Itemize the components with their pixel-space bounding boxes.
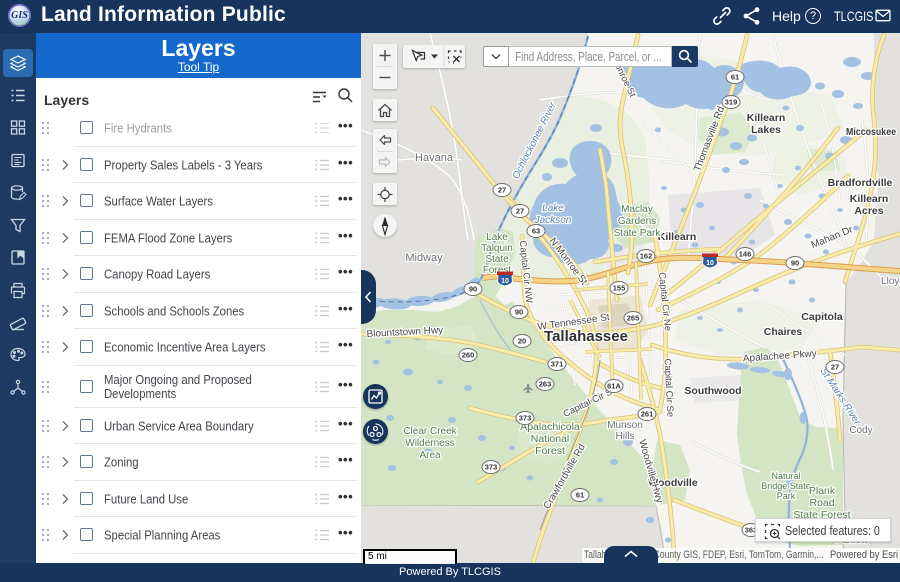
svg-text:61A: 61A	[607, 382, 621, 391]
svg-text:Southwood: Southwood	[684, 385, 741, 397]
svg-text:27: 27	[498, 186, 506, 195]
svg-text:State: State	[485, 254, 509, 265]
svg-text:27: 27	[831, 363, 839, 372]
svg-text:Area: Area	[419, 450, 441, 461]
svg-text:Havana: Havana	[415, 152, 454, 164]
svg-text:Tallahassee: Tallahassee	[544, 328, 628, 345]
svg-text:Cody: Cody	[849, 425, 872, 436]
svg-text:Bridge State: Bridge State	[761, 481, 811, 491]
svg-text:Bradfordville: Bradfordville	[828, 177, 893, 189]
svg-text:Chaires: Chaires	[764, 326, 803, 338]
svg-text:Talquin: Talquin	[481, 243, 513, 254]
svg-text:Killearn: Killearn	[850, 193, 889, 205]
svg-text:319: 319	[725, 98, 738, 107]
svg-text:371: 371	[551, 360, 564, 369]
svg-text:Gardens: Gardens	[618, 216, 656, 227]
svg-text:90: 90	[469, 285, 477, 294]
svg-text:Hills: Hills	[616, 431, 635, 442]
svg-text:Clear Creek: Clear Creek	[403, 426, 457, 437]
svg-text:Lake: Lake	[542, 203, 564, 214]
svg-text:10: 10	[706, 260, 714, 267]
svg-text:265: 265	[627, 314, 640, 323]
svg-text:261: 261	[641, 410, 654, 419]
svg-text:Forest: Forest	[535, 445, 565, 457]
svg-text:146: 146	[739, 250, 752, 259]
svg-text:National: National	[531, 433, 570, 445]
svg-text:Lloyd: Lloyd	[881, 276, 900, 287]
svg-text:61: 61	[731, 73, 739, 82]
svg-text:Park: Park	[777, 491, 796, 501]
svg-text:373: 373	[485, 463, 498, 472]
svg-text:90: 90	[515, 308, 523, 317]
svg-text:Lake: Lake	[486, 232, 508, 243]
svg-text:260: 260	[462, 351, 475, 360]
svg-text:Maclay: Maclay	[621, 204, 653, 215]
svg-text:Lakes: Lakes	[751, 124, 781, 136]
svg-text:Road: Road	[809, 497, 834, 509]
svg-text:Miccosukee: Miccosukee	[846, 126, 896, 138]
svg-text:10: 10	[501, 278, 509, 285]
svg-text:27: 27	[516, 207, 524, 216]
svg-text:Killearn: Killearn	[747, 112, 786, 124]
svg-text:90: 90	[791, 259, 799, 268]
svg-text:State Park: State Park	[614, 228, 662, 239]
svg-text:Jackson: Jackson	[534, 215, 572, 226]
svg-text:Munson: Munson	[607, 420, 643, 431]
svg-text:Midway: Midway	[405, 252, 443, 264]
svg-text:162: 162	[640, 252, 653, 261]
svg-text:20: 20	[518, 337, 526, 346]
svg-text:Acres: Acres	[854, 205, 883, 217]
svg-text:263: 263	[539, 380, 552, 389]
svg-text:Killearn: Killearn	[658, 231, 697, 243]
svg-text:155: 155	[613, 284, 626, 293]
svg-text:Capitola: Capitola	[801, 311, 843, 323]
svg-text:Wilderness: Wilderness	[405, 438, 454, 449]
svg-text:Natural: Natural	[771, 471, 800, 481]
svg-text:Plank: Plank	[809, 485, 836, 497]
svg-text:61: 61	[576, 491, 584, 500]
svg-text:373: 373	[519, 414, 532, 423]
svg-text:63: 63	[532, 227, 540, 236]
